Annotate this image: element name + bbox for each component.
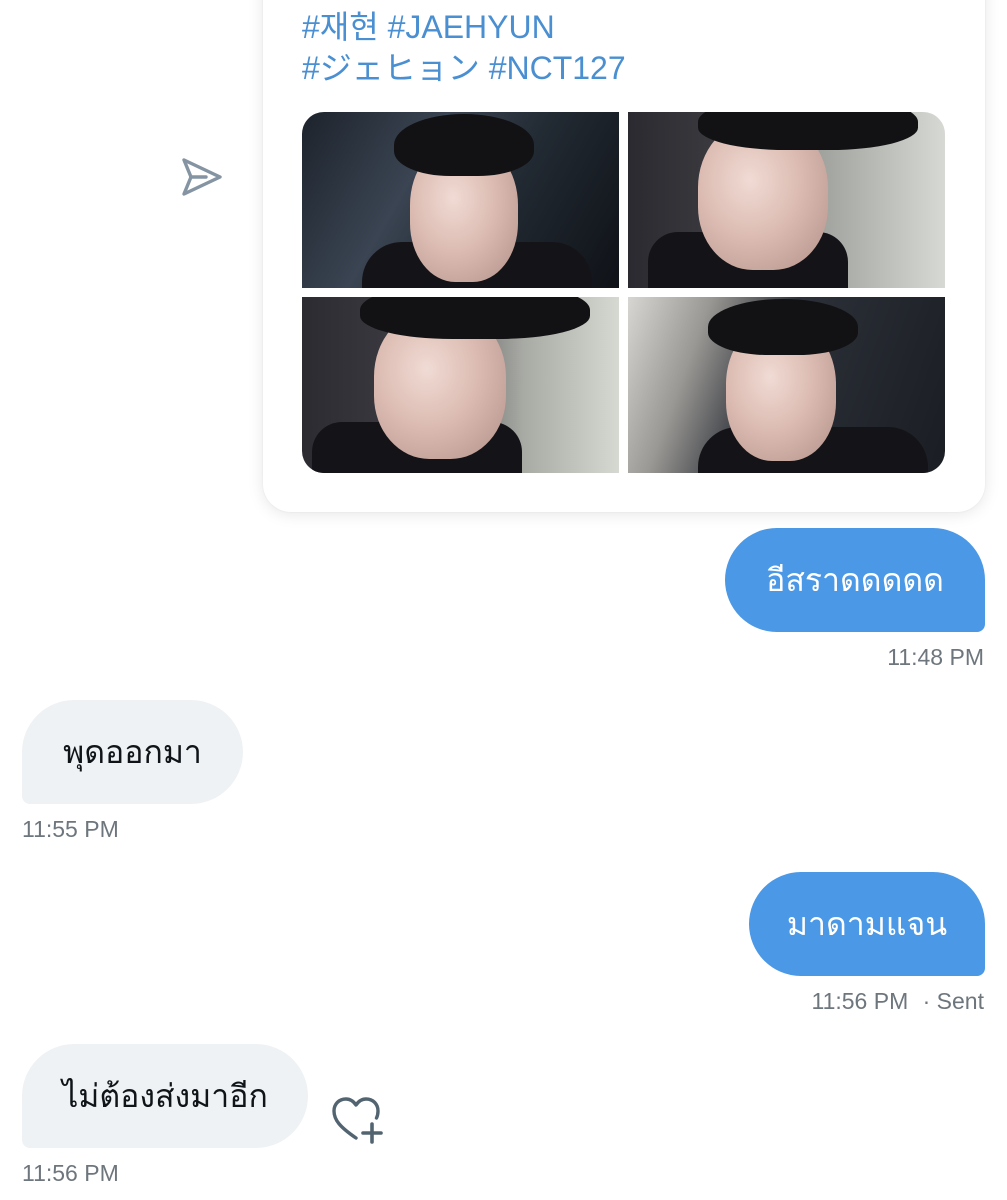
message-text: ไม่ต้องส่งมาอีก	[62, 1078, 268, 1114]
message-time: 11:48 PM	[887, 644, 984, 670]
message-timestamp: 11:55 PM	[22, 815, 119, 843]
tweet-photo-3[interactable]	[302, 297, 619, 473]
message-text: มาดามแจน	[786, 906, 948, 942]
message-text: อีสราดดดดด	[766, 562, 944, 598]
share-icon[interactable]	[178, 154, 224, 200]
shared-tweet-card[interactable]: #재현 #JAEHYUN #ジェヒョン #NCT127	[263, 0, 985, 512]
message-bubble-received[interactable]: พุดออกมา	[22, 700, 243, 804]
heart-plus-icon[interactable]	[330, 1094, 388, 1146]
message-time: 11:55 PM	[22, 816, 119, 842]
tweet-hashtags-line-2[interactable]: #ジェヒョン #NCT127	[302, 48, 626, 88]
tweet-photo-grid	[302, 112, 945, 473]
message-bubble-sent[interactable]: อีสราดดดดด	[725, 528, 985, 632]
message-status: · Sent	[922, 988, 984, 1014]
message-bubble-received[interactable]: ไม่ต้องส่งมาอีก	[22, 1044, 308, 1148]
message-timestamp: 11:56 PM	[22, 1159, 119, 1187]
message-timestamp: 11:56 PM · Sent	[811, 987, 984, 1015]
message-time: 11:56 PM	[811, 988, 909, 1014]
tweet-photo-2[interactable]	[628, 112, 945, 288]
tweet-hashtags-line-1[interactable]: #재현 #JAEHYUN	[302, 7, 555, 47]
message-bubble-sent[interactable]: มาดามแจน	[749, 872, 985, 976]
message-time: 11:56 PM	[22, 1160, 119, 1186]
tweet-photo-1[interactable]	[302, 112, 619, 288]
message-text: พุดออกมา	[63, 734, 202, 770]
tweet-photo-4[interactable]	[628, 297, 945, 473]
message-timestamp: 11:48 PM	[887, 643, 984, 671]
